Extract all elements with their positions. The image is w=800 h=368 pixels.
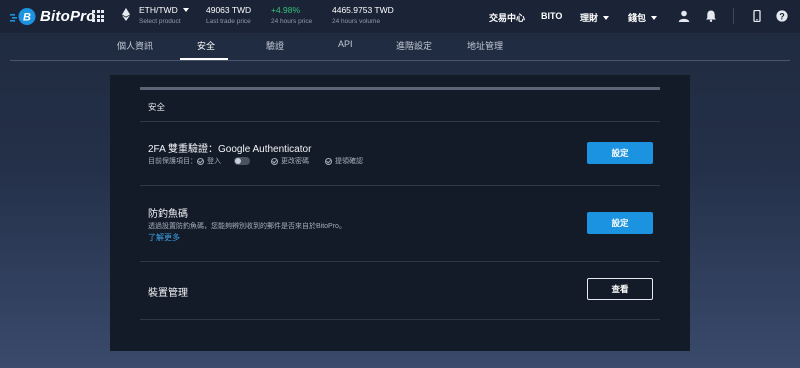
learn-more-link[interactable]: 了解更多	[148, 232, 180, 243]
panel-top-border	[140, 87, 660, 90]
nav-bito[interactable]: BITO	[541, 11, 562, 21]
top-bar: B BitoPro ETH/TWD Select product 49063 T…	[0, 0, 800, 33]
account-tabs: 個人資訊 安全 驗證 API 進階設定 地址管理	[0, 33, 800, 60]
chevron-down-icon	[182, 8, 189, 12]
pair-label: ETH/TWD	[139, 5, 178, 15]
nav-finance-label: 理財	[580, 13, 599, 23]
login-toggle[interactable]	[234, 157, 250, 165]
ethereum-icon	[122, 8, 130, 21]
chevron-down-icon	[651, 15, 658, 20]
price-change-value: +4.98%	[271, 5, 301, 15]
topbar-divider	[733, 8, 734, 24]
nav-exchange-label: 交易中心	[489, 13, 526, 23]
section-title: 安全	[148, 102, 166, 112]
last-price-value: 49063 TWD	[206, 5, 252, 15]
check-circle-icon	[197, 157, 204, 165]
row-divider	[140, 319, 660, 320]
antiphishing-title: 防釣魚碼	[148, 209, 188, 220]
tab-advanced-settings[interactable]: 進階設定	[396, 39, 432, 52]
nav-wallet-label: 錢包	[628, 13, 647, 23]
mobile-icon[interactable]	[751, 10, 763, 22]
nav-finance[interactable]: 理財	[580, 11, 610, 24]
last-price-label: Last trade price	[206, 18, 251, 25]
svg-text:B: B	[23, 12, 31, 24]
nav-wallet[interactable]: 錢包	[628, 11, 658, 24]
volume-label: 24 hours volume	[332, 18, 381, 25]
twofa-setup-button[interactable]: 設定	[587, 142, 653, 164]
price-change-label: 24 hours price	[271, 18, 313, 25]
bitopro-logo-icon: B	[10, 8, 36, 25]
section-divider	[140, 121, 660, 122]
twofa-protection-items: 目前保護項目： 登入 更改密碼 提領確認	[148, 156, 363, 166]
tab-address-management[interactable]: 地址管理	[467, 39, 503, 52]
brand-name: BitoPro	[40, 8, 96, 25]
security-panel: 安全 2FA 雙重驗證：Google Authenticator 目前保護項目：…	[110, 75, 690, 351]
check-circle-icon	[271, 157, 278, 165]
row-divider	[140, 261, 660, 262]
tab-api[interactable]: API	[338, 39, 353, 49]
check-circle-icon	[325, 157, 332, 165]
svg-text:?: ?	[779, 11, 785, 21]
chevron-down-icon	[603, 15, 610, 20]
tab-verification[interactable]: 驗證	[266, 39, 284, 52]
opt-password-label: 更改密碼	[281, 158, 309, 165]
opt-withdraw-label: 提領確認	[335, 158, 363, 165]
device-management-title: 裝置管理	[148, 288, 188, 299]
tab-personal-info[interactable]: 個人資訊	[117, 39, 153, 52]
protect-label: 目前保護項目：	[148, 158, 197, 165]
apps-grid-icon[interactable]	[92, 10, 104, 22]
pair-selector[interactable]: ETH/TWD	[139, 5, 189, 15]
antiphishing-desc: 透過設置防釣魚碼，您能夠辨別收到的郵件是否來自於BitoPro。	[148, 223, 346, 230]
row-divider	[140, 185, 660, 186]
volume-value: 4465.9753 TWD	[332, 5, 394, 15]
opt-login-label: 登入	[207, 158, 221, 165]
twofa-title: 2FA 雙重驗證：Google Authenticator	[148, 144, 312, 155]
help-icon[interactable]: ?	[776, 10, 788, 22]
antiphishing-setup-button[interactable]: 設定	[587, 212, 653, 234]
view-devices-button[interactable]: 查看	[587, 278, 653, 300]
tabs-divider	[10, 60, 790, 61]
bell-icon[interactable]	[705, 10, 717, 22]
bitopro-logo[interactable]: B BitoPro	[10, 7, 96, 26]
user-icon[interactable]	[678, 10, 690, 22]
nav-bito-label: BITO	[541, 11, 563, 21]
pair-sub-label: Select product	[139, 18, 181, 25]
nav-exchange[interactable]: 交易中心	[489, 11, 525, 24]
tab-security[interactable]: 安全	[197, 39, 215, 52]
